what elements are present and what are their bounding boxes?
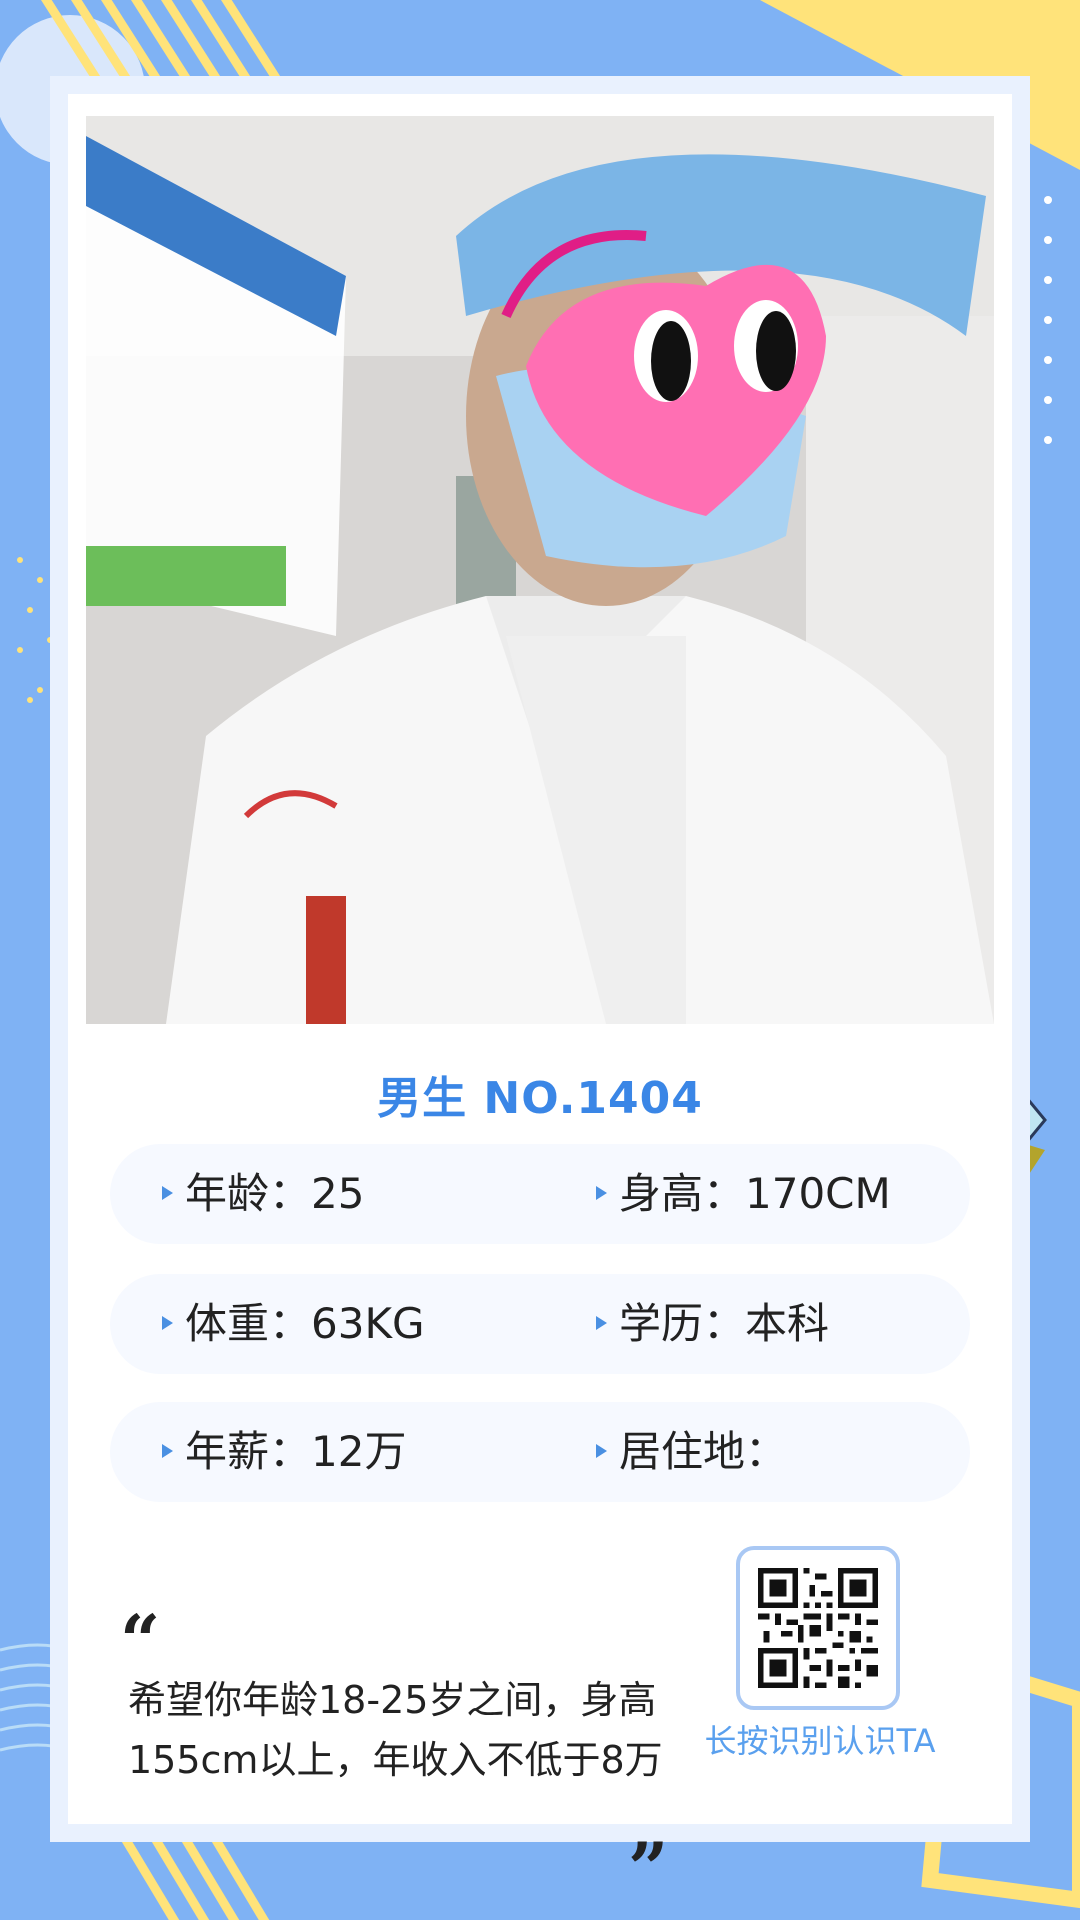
info-row-1: 年龄：25 身高：170CM bbox=[110, 1144, 970, 1244]
bullet-icon bbox=[596, 1443, 607, 1458]
qr-code[interactable] bbox=[736, 1546, 900, 1710]
qr-caption: 长按识别认识TA bbox=[704, 1722, 936, 1760]
bg-dots-left bbox=[17, 557, 63, 713]
info-weight-text: 体重：63KG bbox=[185, 1299, 425, 1348]
info-education: 学历：本科 bbox=[596, 1274, 829, 1374]
bg-waves-left bbox=[0, 1643, 71, 1752]
bullet-icon bbox=[596, 1315, 607, 1330]
info-salary: 年薪：12万 bbox=[162, 1402, 406, 1502]
bullet-icon bbox=[162, 1185, 173, 1200]
bullet-icon bbox=[596, 1185, 607, 1200]
bullet-icon bbox=[162, 1443, 173, 1458]
profile-card: 男生 NO.1404 年龄：25 身高：170CM 体重：63KG 学历：本科 … bbox=[68, 94, 1012, 1904]
info-age-text: 年龄：25 bbox=[185, 1169, 365, 1218]
info-height: 身高：170CM bbox=[596, 1144, 891, 1244]
info-age: 年龄：25 bbox=[162, 1144, 364, 1244]
bg-olive-triangle bbox=[1012, 1140, 1045, 1200]
wish-text: 希望你年龄18-25岁之间，身高155cm以上，年收入不低于8万 bbox=[128, 1678, 663, 1782]
info-row-3: 年薪：12万 居住地： bbox=[110, 1402, 970, 1502]
profile-photo-illustration bbox=[86, 116, 994, 1024]
bullet-icon bbox=[162, 1315, 173, 1330]
profile-title: 男生 NO.1404 bbox=[377, 1073, 703, 1124]
info-residence: 居住地： bbox=[596, 1402, 787, 1502]
info-height-text: 身高：170CM bbox=[619, 1169, 891, 1218]
bg-dots-right bbox=[1016, 196, 1052, 444]
info-row-2: 体重：63KG 学历：本科 bbox=[110, 1274, 970, 1374]
profile-photo bbox=[86, 116, 994, 1024]
info-weight: 体重：63KG bbox=[162, 1274, 425, 1374]
info-residence-text: 居住地： bbox=[619, 1427, 788, 1476]
close-quote-icon: ” bbox=[628, 1827, 669, 1910]
bg-yellow-stripes-bottom-left bbox=[116, 1827, 270, 1920]
open-quote-icon: “ bbox=[120, 1599, 161, 1682]
info-education-text: 学历：本科 bbox=[619, 1299, 830, 1348]
info-salary-text: 年薪：12万 bbox=[185, 1427, 407, 1476]
qr-code-icon bbox=[758, 1568, 878, 1688]
